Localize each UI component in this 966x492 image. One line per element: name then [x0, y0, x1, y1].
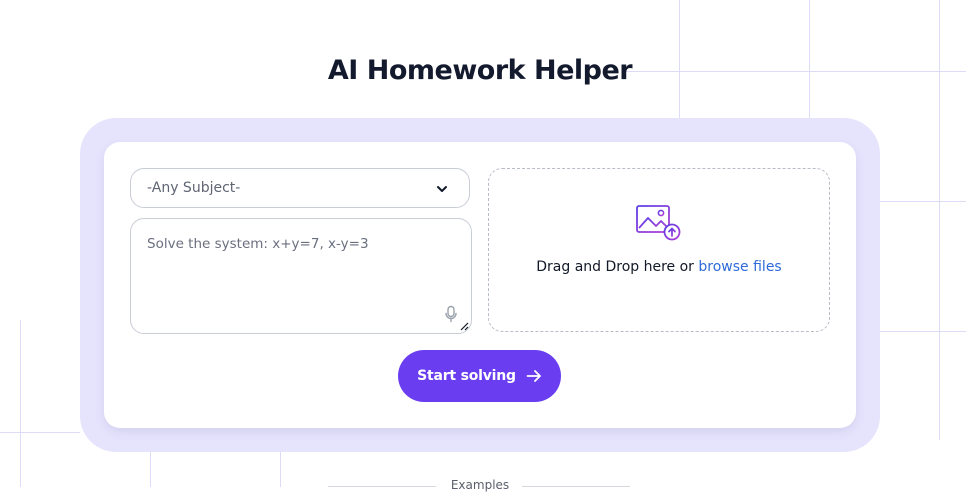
- examples-heading: Examples: [450, 478, 510, 492]
- file-dropzone[interactable]: Drag and Drop here or browse files: [488, 168, 830, 332]
- grid-line: [880, 201, 966, 202]
- start-solving-label: Start solving: [417, 368, 516, 384]
- question-input-placeholder: Solve the system: x+y=7, x-y=3: [147, 236, 369, 252]
- start-solving-button[interactable]: Start solving: [398, 350, 561, 402]
- browse-files-link[interactable]: browse files: [698, 259, 781, 275]
- chevron-down-icon: [437, 186, 447, 192]
- grid-line: [880, 331, 966, 332]
- page-title: AI Homework Helper: [327, 55, 633, 86]
- subject-select[interactable]: -Any Subject-: [130, 168, 470, 208]
- resize-handle-icon[interactable]: [460, 322, 469, 331]
- dropzone-text: Drag and Drop here or browse files: [489, 259, 829, 275]
- grid-line: [150, 452, 151, 487]
- grid-line: [0, 432, 80, 433]
- grid-line: [20, 320, 21, 487]
- mic-icon[interactable]: [444, 305, 458, 323]
- arrow-right-icon: [526, 370, 541, 382]
- upload-image-icon: [636, 205, 681, 241]
- question-input[interactable]: Solve the system: x+y=7, x-y=3: [130, 218, 472, 334]
- grid-line: [280, 452, 281, 487]
- dropzone-instruction: Drag and Drop here or: [536, 259, 699, 275]
- subject-select-value: -Any Subject-: [147, 180, 241, 196]
